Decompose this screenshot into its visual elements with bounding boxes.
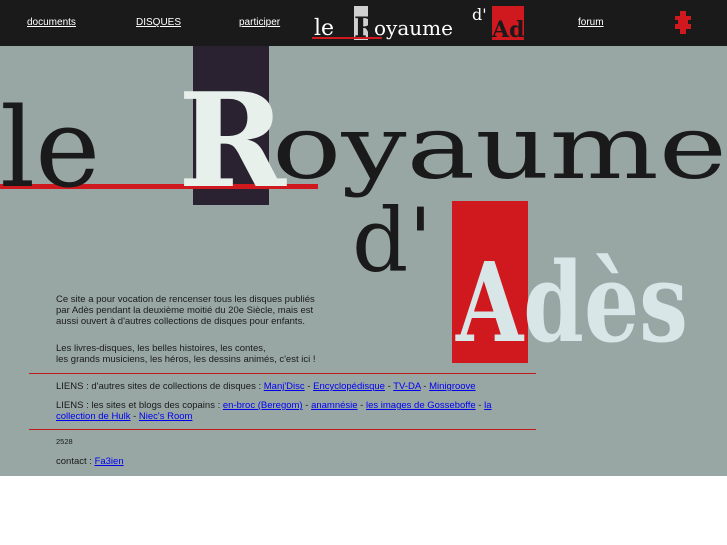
separator: - (357, 400, 366, 411)
nav-documents-link[interactable]: documents (27, 17, 76, 28)
intro-paragraph-2: Les livres-disques, les belles histoires… (56, 343, 315, 365)
contact-line: contact : Fa3ien (56, 456, 124, 467)
logo-r: R (178, 64, 287, 217)
visit-counter: 2528 (56, 437, 73, 446)
contact-link[interactable]: Fa3ien (95, 456, 124, 467)
separator: - (130, 411, 139, 422)
intro-line-4: Les livres-disques, les belles histoires… (56, 343, 266, 354)
link-niecs-room[interactable]: Niec's Room (139, 411, 193, 422)
separator: - (384, 381, 394, 392)
link-tvda[interactable]: TV-DA (393, 381, 420, 392)
intro-line-1: Ce site a pour vocation de rencenser tou… (56, 294, 315, 305)
logo-small-oyaume: oyaume (374, 16, 453, 40)
top-navigation-bar: documents DISQUES participer le R oyaume… (0, 0, 727, 46)
link-gosseboffe[interactable]: les images de Gosseboffe (366, 400, 476, 411)
separator: - (420, 381, 430, 392)
separator: - (475, 400, 485, 411)
logo-small-ades: Adès (491, 17, 548, 43)
separator: - (304, 381, 314, 392)
divider-top (29, 373, 536, 374)
nav-forum-link[interactable]: forum (578, 17, 604, 28)
contact-label: contact : (56, 456, 95, 467)
link-anamnesie[interactable]: anamnésie (311, 400, 357, 411)
logo-d: d' (352, 189, 433, 292)
link-manjdisc[interactable]: Manj'Disc (264, 381, 305, 392)
logo-small-le: le (314, 16, 334, 41)
logo-le: le (0, 84, 100, 212)
links-collections-label: LIENS : d'autres sites de collections de… (56, 381, 264, 392)
site-logo-small[interactable]: le R oyaume d' Adès (312, 2, 548, 44)
intro-paragraph: Ce site a pour vocation de rencenser tou… (56, 294, 315, 327)
nav-disques-link[interactable]: DISQUES (136, 17, 181, 28)
intro-line-5: les grands musiciens, les héros, les des… (56, 354, 316, 365)
divider-bottom (29, 429, 536, 430)
links-friends: LIENS : les sites et blogs des copains :… (56, 400, 496, 422)
main-content: le R oyaume d' Adès Ce site a pour vocat… (0, 46, 727, 476)
nav-participer-link[interactable]: participer (239, 17, 280, 28)
link-minigroove[interactable]: Minigroove (429, 381, 475, 392)
logo-oyaume: oyaume (272, 96, 727, 199)
link-en-broc[interactable]: en-broc (Beregom) (223, 400, 303, 411)
intro-line-2: par Adès pendant la deuxième moitié du 2… (56, 305, 314, 316)
link-encyclopedisque[interactable]: Encyclopédisque (313, 381, 385, 392)
links-friends-label: LIENS : les sites et blogs des copains : (56, 400, 223, 411)
intro-line-3: aussi ouvert à d'autres collections de d… (56, 316, 305, 327)
puzzle-piece-icon[interactable] (672, 10, 694, 36)
logo-small-d: d' (472, 5, 487, 24)
separator: - (302, 400, 312, 411)
links-collections: LIENS : d'autres sites de collections de… (56, 381, 496, 392)
logo-ades: Adès (455, 238, 688, 366)
